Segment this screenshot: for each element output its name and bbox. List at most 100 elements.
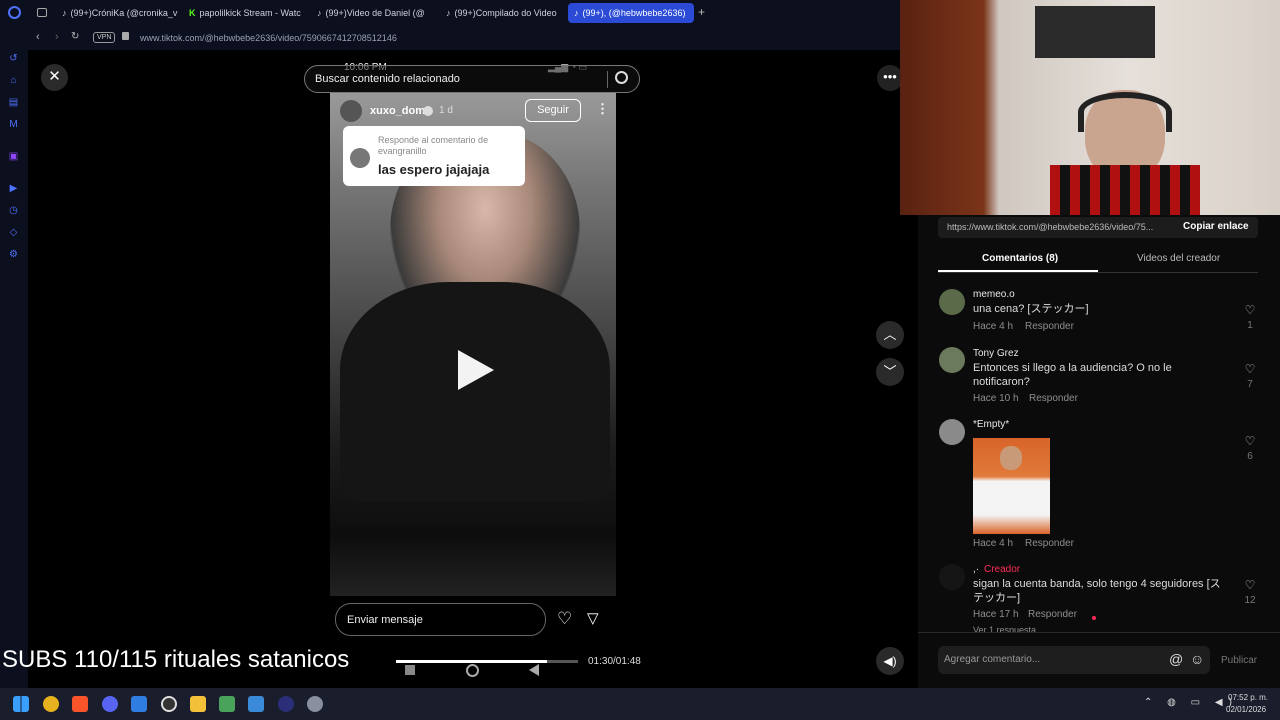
prev-video-icon[interactable]: ︿ (876, 321, 904, 349)
clock-time[interactable]: 07:52 p. m. (1228, 693, 1268, 702)
comment-reply-button[interactable]: Responder (1025, 538, 1074, 549)
clock-icon[interactable]: ◷ (7, 204, 20, 217)
stream-overlay-text: SUBS 110/115 rituales satanicos (2, 646, 350, 673)
volume-icon[interactable]: ◀) (876, 647, 904, 675)
next-video-icon[interactable]: ﹀ (876, 358, 904, 386)
news-icon[interactable]: ▤ (7, 96, 20, 109)
creator-username[interactable]: xuxo_dom (370, 105, 425, 117)
more-options-icon[interactable]: ⋮ (596, 101, 609, 117)
url-text[interactable]: www.tiktok.com/@hebwbebe2636/video/75906… (140, 33, 397, 43)
extensions-icon[interactable]: ◇ (7, 226, 20, 239)
comment-reply-button[interactable]: Responder (1025, 321, 1074, 332)
browser-logo-icon[interactable] (8, 6, 21, 19)
play-icon[interactable] (458, 350, 494, 390)
obs-icon[interactable] (161, 696, 177, 712)
tab-creator-videos[interactable]: Videos del creador (1137, 253, 1220, 264)
reload-icon[interactable]: ↻ (71, 31, 79, 42)
tiktok-icon: ♪ (62, 8, 67, 18)
comment-avatar[interactable] (939, 289, 965, 315)
comment-text: Entonces si llego a la audiencia? O no l… (973, 362, 1172, 388)
verified-icon (423, 106, 433, 116)
tab-comments[interactable]: Comentarios (8) (982, 253, 1058, 264)
comment-image-face (1000, 446, 1022, 470)
settings-app-icon[interactable] (307, 696, 323, 712)
webcam-feed (900, 0, 1280, 215)
comment-author[interactable]: *Empty* (973, 419, 1009, 430)
discord-icon[interactable] (102, 696, 118, 712)
clock-date[interactable]: 02/01/2026 (1226, 705, 1266, 714)
comment-author[interactable]: ,· (973, 564, 979, 575)
comment-text: sigan la cuenta banda, solo tengo 4 segu… (973, 578, 1221, 604)
comment-reply-button[interactable]: Responder (1028, 609, 1077, 620)
search-divider (607, 71, 608, 88)
new-tab-plus-icon[interactable]: + (698, 5, 705, 19)
heart-icon[interactable]: ♡ (557, 609, 572, 629)
message-input[interactable]: Enviar mensaje (335, 603, 546, 636)
phone-nav-square-icon (405, 665, 415, 675)
share-link-box[interactable]: https://www.tiktok.com/@hebwbebe2636/vid… (938, 217, 1258, 238)
search-icon[interactable] (615, 71, 628, 84)
comment-avatar[interactable] (939, 347, 965, 373)
creator-avatar[interactable] (340, 100, 362, 122)
comment-time: Hace 4 h (973, 321, 1014, 332)
browser-tab[interactable]: ♪ (99+)Video de Daniel (@ (311, 3, 433, 23)
comment-author[interactable]: memeo.o (973, 289, 1015, 300)
store-icon[interactable] (131, 696, 147, 712)
browser-tab[interactable]: ♪ (99+)Compilado do Video (440, 3, 562, 23)
comment-avatar[interactable] (939, 419, 965, 445)
comment-like-icon[interactable]: ♡ (1243, 578, 1257, 592)
comment-like-icon[interactable]: ♡ (1243, 303, 1257, 317)
browser-tab[interactable]: Kpapolilkick Stream - Watc (183, 3, 305, 23)
add-comment-input[interactable]: Agregar comentario... @ ☺ (938, 646, 1210, 674)
windows-start-icon[interactable] (13, 696, 29, 712)
tiktok-icon: ♪ (574, 8, 579, 18)
player-icon[interactable]: ▶ (7, 182, 20, 195)
browser-tab[interactable]: ♪ (99+)CróniKa (@cronika_v (56, 3, 178, 23)
coin-app-icon[interactable] (43, 696, 59, 712)
back-arrow-icon[interactable]: ‹ (36, 31, 40, 43)
mention-icon[interactable]: @ (1169, 651, 1183, 667)
twitch-icon[interactable]: ▣ (7, 150, 20, 163)
comment-divider (918, 632, 1280, 633)
progress-track[interactable] (396, 660, 578, 663)
comment-time: Hace 17 h (973, 609, 1019, 620)
comment-reply-button[interactable]: Responder (1029, 393, 1078, 404)
comment-like-icon[interactable]: ♡ (1243, 434, 1257, 448)
gamepad-icon[interactable] (219, 696, 235, 712)
opera-icon[interactable] (278, 696, 294, 712)
wall-painting (1035, 6, 1155, 58)
app-icon[interactable] (248, 696, 264, 712)
follow-button[interactable]: Seguir (525, 99, 581, 122)
close-icon[interactable]: ✕ (41, 64, 68, 91)
forward-arrow-icon[interactable]: › (55, 31, 59, 43)
folder-icon[interactable] (190, 696, 206, 712)
search-input[interactable]: Buscar contenido relacionado (315, 73, 460, 85)
comment-author[interactable]: Tony Grez (973, 348, 1019, 359)
mail-icon[interactable]: M (7, 118, 20, 131)
browser-tab-active[interactable]: ♪ (99+), (@hebwbebe2636) (568, 3, 694, 23)
search-bar[interactable]: Buscar contenido relacionado (304, 65, 640, 93)
publish-button[interactable]: Publicar (1221, 655, 1257, 666)
copy-link-button[interactable]: Copiar enlace (1183, 221, 1249, 232)
shopping-icon[interactable]: ⌂ (7, 74, 20, 87)
comment-avatar[interactable] (939, 564, 965, 590)
video-jacket (340, 282, 610, 502)
comment-time: Hace 4 h (973, 538, 1014, 549)
reply-sticker: Responde al comentario de evangranillo l… (343, 126, 525, 186)
tray-icons[interactable]: ⌃ ◍ ▭ ◀) (1144, 697, 1238, 708)
progress-fill (396, 660, 548, 663)
tab-overview-icon[interactable] (37, 8, 47, 17)
emoji-icon[interactable]: ☺ (1190, 651, 1204, 667)
settings-icon[interactable]: ⚙ (7, 248, 20, 261)
comment-text: una cena? [ステッカー] (973, 303, 1089, 315)
comment-like-count: 6 (1247, 451, 1253, 462)
playback-time: 01:30/01:48 (588, 656, 641, 667)
send-icon[interactable]: ▽ (587, 609, 599, 627)
phone-nav-home-icon (466, 664, 479, 677)
history-icon[interactable]: ↺ (7, 52, 20, 65)
vpn-badge[interactable]: VPN (93, 32, 116, 43)
tiktok-icon: ♪ (446, 8, 451, 18)
address-bar: ‹ › ↻ VPN www.tiktok.com/@hebwbebe2636/v… (0, 26, 900, 50)
brave-icon[interactable] (72, 696, 88, 712)
comment-like-icon[interactable]: ♡ (1243, 362, 1257, 376)
